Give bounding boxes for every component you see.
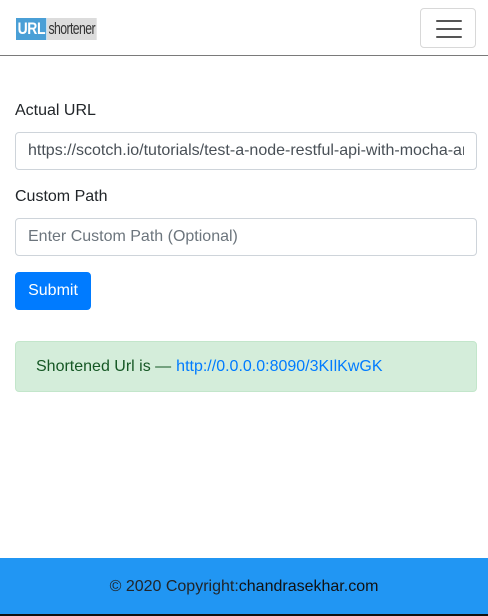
shortened-url-alert: Shortened Url is — http://0.0.0.0:8090/3… [15, 341, 477, 392]
submit-button[interactable]: Submit [15, 272, 91, 310]
navbar: URL shortener [0, 0, 488, 56]
navbar-toggler-button[interactable] [420, 8, 476, 48]
footer: © 2020 Copyright: chandrasekhar.com [0, 558, 488, 616]
actual-url-label: Actual URL [15, 102, 96, 119]
custom-path-label: Custom Path [15, 188, 108, 205]
brand-logo[interactable]: URL shortener [16, 18, 116, 40]
footer-copyright: © 2020 Copyright: [109, 578, 239, 595]
shortened-url-prefix: Shortened Url is — [36, 357, 172, 375]
footer-site-link[interactable]: chandrasekhar.com [239, 578, 379, 596]
shortened-url-link[interactable]: http://0.0.0.0:8090/3KIlKwGK [176, 358, 382, 376]
logo-url-text: URL [16, 18, 47, 40]
actual-url-input[interactable] [15, 132, 477, 170]
logo-shortener-text: shortener [47, 18, 97, 40]
page: URL shortener Actual URL Custom Path Sub… [0, 0, 488, 616]
custom-path-input[interactable] [15, 218, 477, 256]
